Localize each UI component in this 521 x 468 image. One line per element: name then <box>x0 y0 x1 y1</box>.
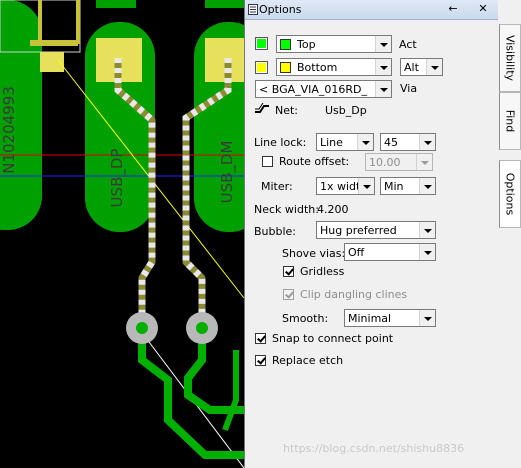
smooth-value: Minimal <box>348 312 392 325</box>
smooth-label: Smooth: <box>282 312 329 325</box>
options-panel: Options ← ✕ Visibility Find Options Top … <box>244 0 521 468</box>
alt-layer-swatch <box>257 63 266 72</box>
net-value: Usb_Dp <box>325 104 367 117</box>
gridless-checkbox[interactable] <box>283 266 294 277</box>
pad-yellow-bar <box>30 40 78 46</box>
via-value: < BGA_VIA_016RD_ <box>259 83 368 96</box>
close-icon[interactable]: ✕ <box>476 2 490 16</box>
miter-label: Miter: <box>261 180 293 193</box>
tab-visibility[interactable]: Visibility <box>499 24 521 92</box>
trace-bottom-dp <box>138 330 244 459</box>
clip-dangling-checkbox[interactable] <box>283 289 294 300</box>
alt-mode-select[interactable]: Alt <box>400 58 443 76</box>
net-label-canvas: USB_DP <box>108 149 127 208</box>
route-offset-checkbox[interactable] <box>262 156 273 167</box>
net-label: Net: <box>275 104 299 117</box>
neck-width-value: 4.200 <box>317 203 349 216</box>
shove-vias-value: Off <box>348 246 365 259</box>
alt-layer-value: Bottom <box>297 61 338 74</box>
via-hole <box>136 322 148 334</box>
bubble-select[interactable]: Hug preferred <box>316 221 436 239</box>
pcb-canvas[interactable]: USB_DP USB_DM N10204993 <box>0 0 244 468</box>
options-title: Options <box>259 3 302 16</box>
miter-mode-value: Min <box>384 180 404 193</box>
chevron-down-icon <box>375 36 391 52</box>
clip-dangling-label: Clip dangling clines <box>300 288 408 301</box>
chevron-down-icon <box>419 310 435 326</box>
smooth-select[interactable]: Minimal <box>344 309 436 327</box>
via-suffix: Via <box>400 82 418 95</box>
chevron-down-icon <box>375 59 391 75</box>
chevron-down-icon <box>357 134 373 150</box>
pad-stub <box>96 0 136 8</box>
snap-checkbox[interactable] <box>255 333 266 344</box>
chevron-down-icon <box>419 222 435 238</box>
active-layer-color-icon <box>280 39 291 50</box>
via-select[interactable]: < BGA_VIA_016RD_ <box>255 80 392 98</box>
alt-layer-color-icon <box>280 62 291 73</box>
line-lock-angle-select[interactable]: 45 <box>380 133 436 151</box>
net-label-canvas: USB_DM <box>218 141 237 204</box>
pin-icon[interactable]: ← <box>446 2 460 16</box>
tab-options-label: Options <box>503 172 517 216</box>
net-label-canvas: N10204993 <box>0 86 18 174</box>
shove-vias-label: Shove vias: <box>282 247 346 260</box>
replace-etch-checkbox[interactable] <box>255 355 266 366</box>
active-layer-suffix: Act <box>399 38 417 51</box>
bubble-value: Hug preferred <box>320 224 397 237</box>
line-lock-angle-value: 45 <box>384 136 398 149</box>
snap-label: Snap to connect point <box>272 332 394 345</box>
pad-yellow-small <box>40 52 64 72</box>
line-lock-label: Line lock: <box>254 136 307 149</box>
net-icon <box>255 103 269 113</box>
active-layer-value: Top <box>297 38 316 51</box>
trace-bottom-extra <box>222 350 239 432</box>
line-lock-type-select[interactable]: Line <box>316 133 374 151</box>
tab-visibility-label: Visibility <box>503 34 517 82</box>
bubble-label: Bubble: <box>254 225 297 238</box>
replace-etch-label: Replace etch <box>272 354 344 367</box>
active-layer-color-button[interactable] <box>255 37 268 50</box>
chevron-down-icon <box>419 178 435 194</box>
tab-options[interactable]: Options <box>499 160 521 228</box>
chevron-down-icon <box>419 244 435 260</box>
chevron-down-icon <box>375 81 391 97</box>
route-offset-label: Route offset: <box>279 155 350 168</box>
miter-size-select[interactable]: 1x width <box>316 177 375 195</box>
pad-stub <box>205 0 244 8</box>
gridless-label: Gridless <box>300 265 345 278</box>
chevron-down-icon <box>419 134 435 150</box>
tab-find-label: Find <box>503 109 517 133</box>
alt-layer-select[interactable]: Bottom <box>276 58 392 76</box>
watermark-text: https://blog.csdn.net/shishu8836 <box>283 442 465 455</box>
active-layer-select[interactable]: Top <box>276 35 392 53</box>
alt-mode-value: Alt <box>404 61 419 74</box>
vertical-tab-strip: Visibility Find Options <box>499 20 521 468</box>
chevron-down-icon <box>426 59 442 75</box>
miter-mode-select[interactable]: Min <box>380 177 436 195</box>
neck-width-label: Neck width: <box>254 203 319 216</box>
pcb-drawing[interactable]: USB_DP USB_DM N10204993 <box>0 0 244 468</box>
route-offset-select[interactable]: 10.00 <box>365 153 433 171</box>
chevron-down-icon <box>358 178 374 194</box>
via-hole <box>196 322 208 334</box>
alt-layer-color-button[interactable] <box>255 61 268 74</box>
line-lock-type-value: Line <box>320 136 343 149</box>
options-window-icon <box>248 4 258 15</box>
shove-vias-select[interactable]: Off <box>344 243 436 261</box>
tab-find[interactable]: Find <box>499 92 521 150</box>
options-titlebar: Options ← ✕ <box>245 0 498 20</box>
active-layer-swatch <box>257 39 266 48</box>
route-offset-value: 10.00 <box>369 156 401 169</box>
chevron-down-icon <box>416 154 432 170</box>
